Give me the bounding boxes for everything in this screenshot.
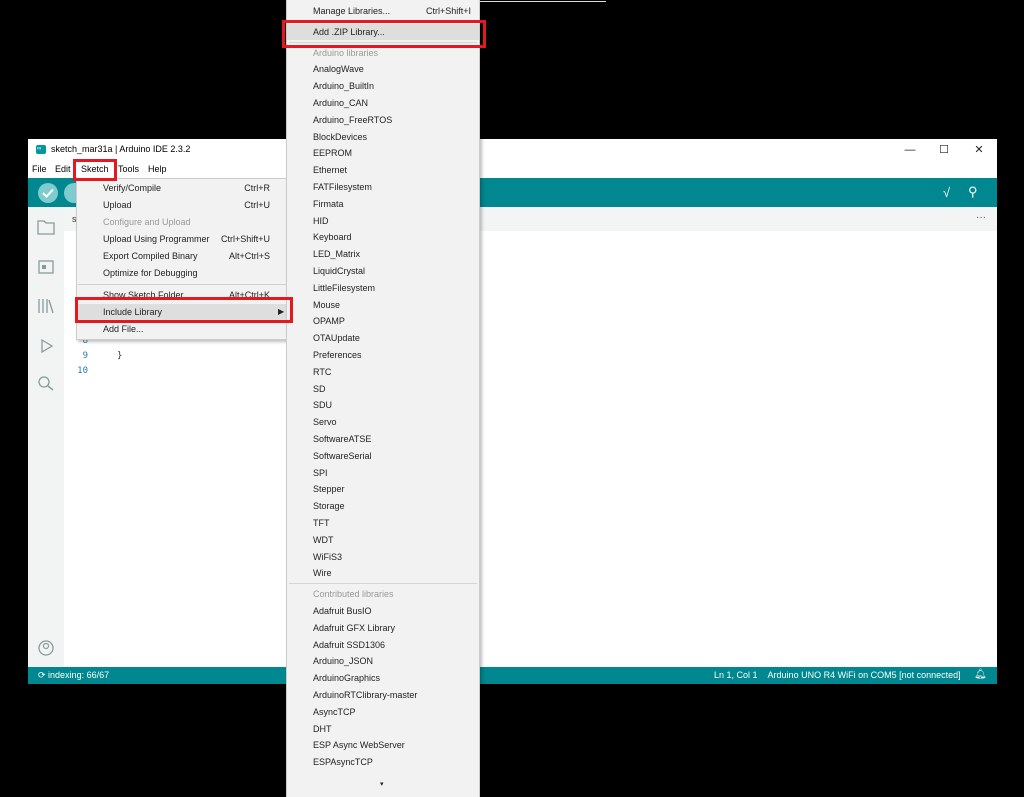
highlight-include-library: [75, 297, 293, 323]
library-item[interactable]: OPAMP: [287, 313, 479, 329]
library-item[interactable]: ESP Async WebServer: [287, 737, 479, 753]
checkmark-icon: [42, 188, 54, 198]
verify-button[interactable]: [38, 183, 58, 203]
maximize-button[interactable]: ☐: [930, 141, 958, 159]
menu-item-upload[interactable]: Upload Ctrl+U: [77, 197, 292, 214]
activity-sidebar: [28, 207, 64, 667]
serial-monitor-icon[interactable]: ⚲: [968, 184, 978, 200]
folder-icon[interactable]: [37, 219, 55, 235]
indexing-status: indexing: 66/67: [48, 670, 110, 680]
library-item[interactable]: LittleFilesystem: [287, 280, 479, 296]
library-item[interactable]: Keyboard: [287, 229, 479, 245]
library-item[interactable]: Adafruit GFX Library: [287, 620, 479, 636]
highlight-add-zip: [282, 20, 486, 48]
library-item[interactable]: LED_Matrix: [287, 246, 479, 262]
library-item[interactable]: Arduino_CAN: [287, 95, 479, 111]
menu-edit[interactable]: Edit: [55, 164, 71, 174]
library-item[interactable]: Arduino_JSON: [287, 653, 479, 669]
more-options-icon[interactable]: ···: [976, 212, 986, 223]
menu-item-export-binary[interactable]: Export Compiled Binary Alt+Ctrl+S: [77, 248, 292, 265]
menu-separator: [78, 284, 291, 285]
menu-item-add-file[interactable]: Add File...: [77, 321, 292, 338]
account-icon[interactable]: [37, 640, 55, 656]
library-item[interactable]: Adafruit BusIO: [287, 603, 479, 619]
library-item[interactable]: SoftwareATSE: [287, 431, 479, 447]
title-bar: ∞ sketch_mar31a | Arduino IDE 2.3.2 — ☐ …: [28, 139, 997, 161]
library-item[interactable]: Adafruit SSD1306: [287, 637, 479, 653]
line-number: 10: [77, 366, 88, 376]
menu-item-upload-programmer[interactable]: Upload Using Programmer Ctrl+Shift+U: [77, 231, 292, 248]
menu-item-manage-libraries[interactable]: Manage Libraries... Ctrl+Shift+I: [287, 3, 479, 19]
library-item[interactable]: AsyncTCP: [287, 704, 479, 720]
scroll-down-icon[interactable]: ▾: [380, 780, 384, 788]
library-item[interactable]: SoftwareSerial: [287, 448, 479, 464]
library-item[interactable]: RTC: [287, 364, 479, 380]
menu-help[interactable]: Help: [148, 164, 167, 174]
library-manager-icon[interactable]: [37, 298, 55, 314]
library-item[interactable]: Storage: [287, 498, 479, 514]
menu-item-configure-upload: Configure and Upload: [103, 217, 191, 227]
library-item[interactable]: DHT: [287, 721, 479, 737]
window-title: sketch_mar31a | Arduino IDE 2.3.2: [51, 144, 191, 154]
library-item[interactable]: Wire: [287, 565, 479, 581]
library-item[interactable]: HID: [287, 213, 479, 229]
minimize-button[interactable]: —: [896, 141, 924, 159]
line-number: 9: [82, 351, 88, 361]
library-item[interactable]: TFT: [287, 515, 479, 531]
board-status[interactable]: Arduino UNO R4 WiFi on COM5 [not connect…: [768, 670, 961, 680]
library-item[interactable]: Firmata: [287, 196, 479, 212]
library-item[interactable]: Ethernet: [287, 162, 479, 178]
library-item[interactable]: WiFiS3: [287, 549, 479, 565]
cursor-position[interactable]: Ln 1, Col 1: [714, 670, 758, 680]
library-item[interactable]: SDU: [287, 397, 479, 413]
library-item[interactable]: AnalogWave: [287, 61, 479, 77]
library-item[interactable]: SD: [287, 381, 479, 397]
library-item[interactable]: Stepper: [287, 481, 479, 497]
menu-item-optimize-debug[interactable]: Optimize for Debugging: [77, 265, 292, 282]
library-item[interactable]: ArduinoRTClibrary-master: [287, 687, 479, 703]
menu-item-verify-compile[interactable]: Verify/Compile Ctrl+R: [77, 180, 292, 197]
sync-icon: ⟳: [38, 670, 49, 680]
library-item[interactable]: ESPAsyncTCP: [287, 754, 479, 770]
search-icon[interactable]: [37, 375, 55, 391]
library-item[interactable]: EEPROM: [287, 145, 479, 161]
menu-separator: [289, 583, 477, 585]
library-item[interactable]: ArduinoGraphics: [287, 670, 479, 686]
include-library-submenu: Manage Libraries... Ctrl+Shift+I Add .ZIP …: [286, 0, 480, 797]
library-item[interactable]: SPI: [287, 465, 479, 481]
library-item[interactable]: Arduino_FreeRTOS: [287, 112, 479, 128]
code-text: }: [117, 351, 123, 361]
arduino-logo-icon: ∞: [36, 145, 46, 154]
menu-bar: File Edit Sketch Tools Help: [28, 161, 997, 178]
library-section-header: Contributed libraries: [313, 589, 394, 600]
library-item[interactable]: OTAUpdate: [287, 330, 479, 346]
library-item[interactable]: BlockDevices: [287, 129, 479, 145]
debug-icon[interactable]: [37, 338, 55, 354]
menu-file[interactable]: File: [32, 164, 47, 174]
library-item[interactable]: Arduino_BuiltIn: [287, 78, 479, 94]
menu-tools[interactable]: Tools: [118, 164, 139, 174]
library-item[interactable]: WDT: [287, 532, 479, 548]
library-item[interactable]: Mouse: [287, 297, 479, 313]
library-item[interactable]: Preferences: [287, 347, 479, 363]
library-item[interactable]: Servo: [287, 414, 479, 430]
board-manager-icon[interactable]: [37, 259, 55, 275]
highlight-sketch-menu: [73, 159, 117, 181]
background-line: [478, 1, 606, 2]
notification-bell-icon[interactable]: 🔔︎: [974, 669, 987, 680]
library-item[interactable]: FATFilesystem: [287, 179, 479, 195]
library-item[interactable]: LiquidCrystal: [287, 263, 479, 279]
upload-button[interactable]: [64, 183, 76, 203]
close-button[interactable]: ✕: [965, 141, 993, 159]
serial-plotter-icon[interactable]: √: [943, 185, 950, 200]
status-bar: ⟳ indexing: 66/67 Ln 1, Col 1 Arduino UN…: [28, 667, 997, 684]
